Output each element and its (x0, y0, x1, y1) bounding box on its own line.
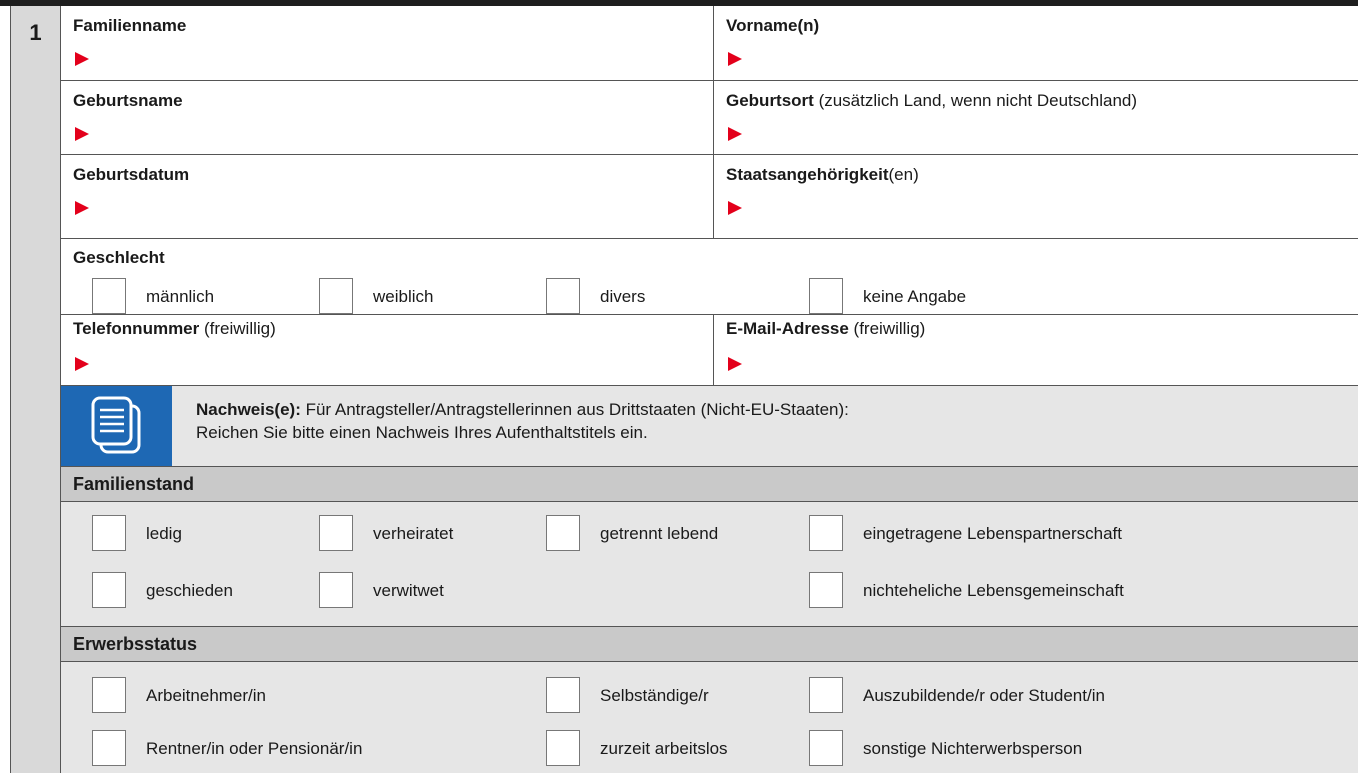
option-label: ledig (146, 524, 182, 543)
checkbox-eingetragene-lebenspartnerschaft[interactable] (809, 515, 843, 551)
section-number: 1 (29, 20, 42, 45)
red-arrow-icon (75, 127, 89, 141)
checkbox-nichterwerbsperson[interactable] (809, 730, 843, 766)
option-label: geschieden (146, 581, 233, 600)
checkbox-nichteheliche-lebensgemeinschaft[interactable] (809, 572, 843, 608)
telefon-label: Telefonnummer (freiwillig) (73, 319, 276, 338)
checkbox-selbstaendige[interactable] (546, 677, 580, 713)
document-icon (61, 386, 172, 466)
option-label: verwitwet (373, 581, 444, 600)
geschlecht-label: Geschlecht (73, 248, 165, 267)
vorname-field[interactable]: Vorname(n) (713, 6, 1358, 81)
option-label: Rentner/in oder Pensionär/in (146, 739, 363, 758)
familienname-label: Familienname (73, 16, 187, 35)
option-label: getrennt lebend (600, 524, 719, 543)
erwerbsstatus-title: Erwerbsstatus (73, 634, 198, 654)
checkbox-keine-angabe[interactable] (809, 278, 843, 314)
erwerbsstatus-group: Arbeitnehmer/in Selbständige/r Auszubild… (61, 662, 1358, 773)
section-number-column: 1 (10, 6, 61, 773)
staatsangehoerigkeit-field[interactable]: Staatsangehörigkeit(en) (713, 155, 1358, 239)
red-arrow-icon (728, 357, 742, 371)
checkbox-auszubildende[interactable] (809, 677, 843, 713)
familienstand-title: Familienstand (73, 474, 195, 494)
nachweis-note: Nachweis(e): Für Antragsteller/Antragste… (61, 386, 1358, 467)
familienstand-header: Familienstand (61, 467, 1358, 502)
option-label: eingetragene Lebenspartnerschaft (863, 524, 1122, 543)
option-label: nichteheliche Lebensgemeinschaft (863, 581, 1124, 600)
red-arrow-icon (75, 201, 89, 215)
red-arrow-icon (75, 357, 89, 371)
checkbox-weiblich[interactable] (319, 278, 353, 314)
red-arrow-icon (728, 52, 742, 66)
email-field[interactable]: E-Mail-Adresse (freiwillig) (713, 315, 1358, 386)
checkbox-arbeitslos[interactable] (546, 730, 580, 766)
email-label: E-Mail-Adresse (freiwillig) (726, 319, 926, 338)
checkbox-divers[interactable] (546, 278, 580, 314)
checkbox-verwitwet[interactable] (319, 572, 353, 608)
checkbox-verheiratet[interactable] (319, 515, 353, 551)
red-arrow-icon (728, 201, 742, 215)
personal-data-form: Familienname Vorname(n) Geburtsname Gebu… (61, 6, 1358, 773)
option-label: sonstige Nichterwerbsperson (863, 739, 1083, 758)
option-label: männlich (146, 287, 215, 306)
red-arrow-icon (75, 52, 89, 66)
checkbox-rentner[interactable] (92, 730, 126, 766)
geburtsname-field[interactable]: Geburtsname (61, 81, 713, 155)
option-label: Selbständige/r (600, 686, 709, 705)
geburtsname-label: Geburtsname (73, 91, 183, 110)
option-label: Arbeitnehmer/in (146, 686, 267, 705)
familienstand-group: ledig verheiratet getrennt lebend einget… (61, 502, 1358, 627)
option-label: verheiratet (373, 524, 454, 543)
familienname-field[interactable]: Familienname (61, 6, 713, 81)
checkbox-arbeitnehmer[interactable] (92, 677, 126, 713)
geburtsort-field[interactable]: Geburtsort (zusätzlich Land, wenn nicht … (713, 81, 1358, 155)
option-label: divers (600, 287, 646, 306)
erwerbsstatus-header: Erwerbsstatus (61, 627, 1358, 662)
option-label: zurzeit arbeitslos (600, 739, 728, 758)
red-arrow-icon (728, 127, 742, 141)
vorname-label: Vorname(n) (726, 16, 820, 35)
checkbox-maennlich[interactable] (92, 278, 126, 314)
geburtsort-label: Geburtsort (zusätzlich Land, wenn nicht … (726, 91, 1138, 110)
telefon-field[interactable]: Telefonnummer (freiwillig) (61, 315, 713, 386)
geburtsdatum-label: Geburtsdatum (73, 165, 190, 184)
option-label: weiblich (373, 287, 434, 306)
option-label: Auszubildende/r oder Student/in (863, 686, 1105, 705)
checkbox-getrennt-lebend[interactable] (546, 515, 580, 551)
option-label: keine Angabe (863, 287, 967, 306)
checkbox-geschieden[interactable] (92, 572, 126, 608)
geschlecht-group: Geschlecht männlich weiblich divers kein… (61, 239, 1358, 315)
nachweis-text: Nachweis(e): Für Antragsteller/Antragste… (196, 400, 849, 442)
checkbox-ledig[interactable] (92, 515, 126, 551)
geburtsdatum-field[interactable]: Geburtsdatum (61, 155, 713, 239)
staatsangehoerigkeit-label: Staatsangehörigkeit(en) (726, 165, 919, 184)
